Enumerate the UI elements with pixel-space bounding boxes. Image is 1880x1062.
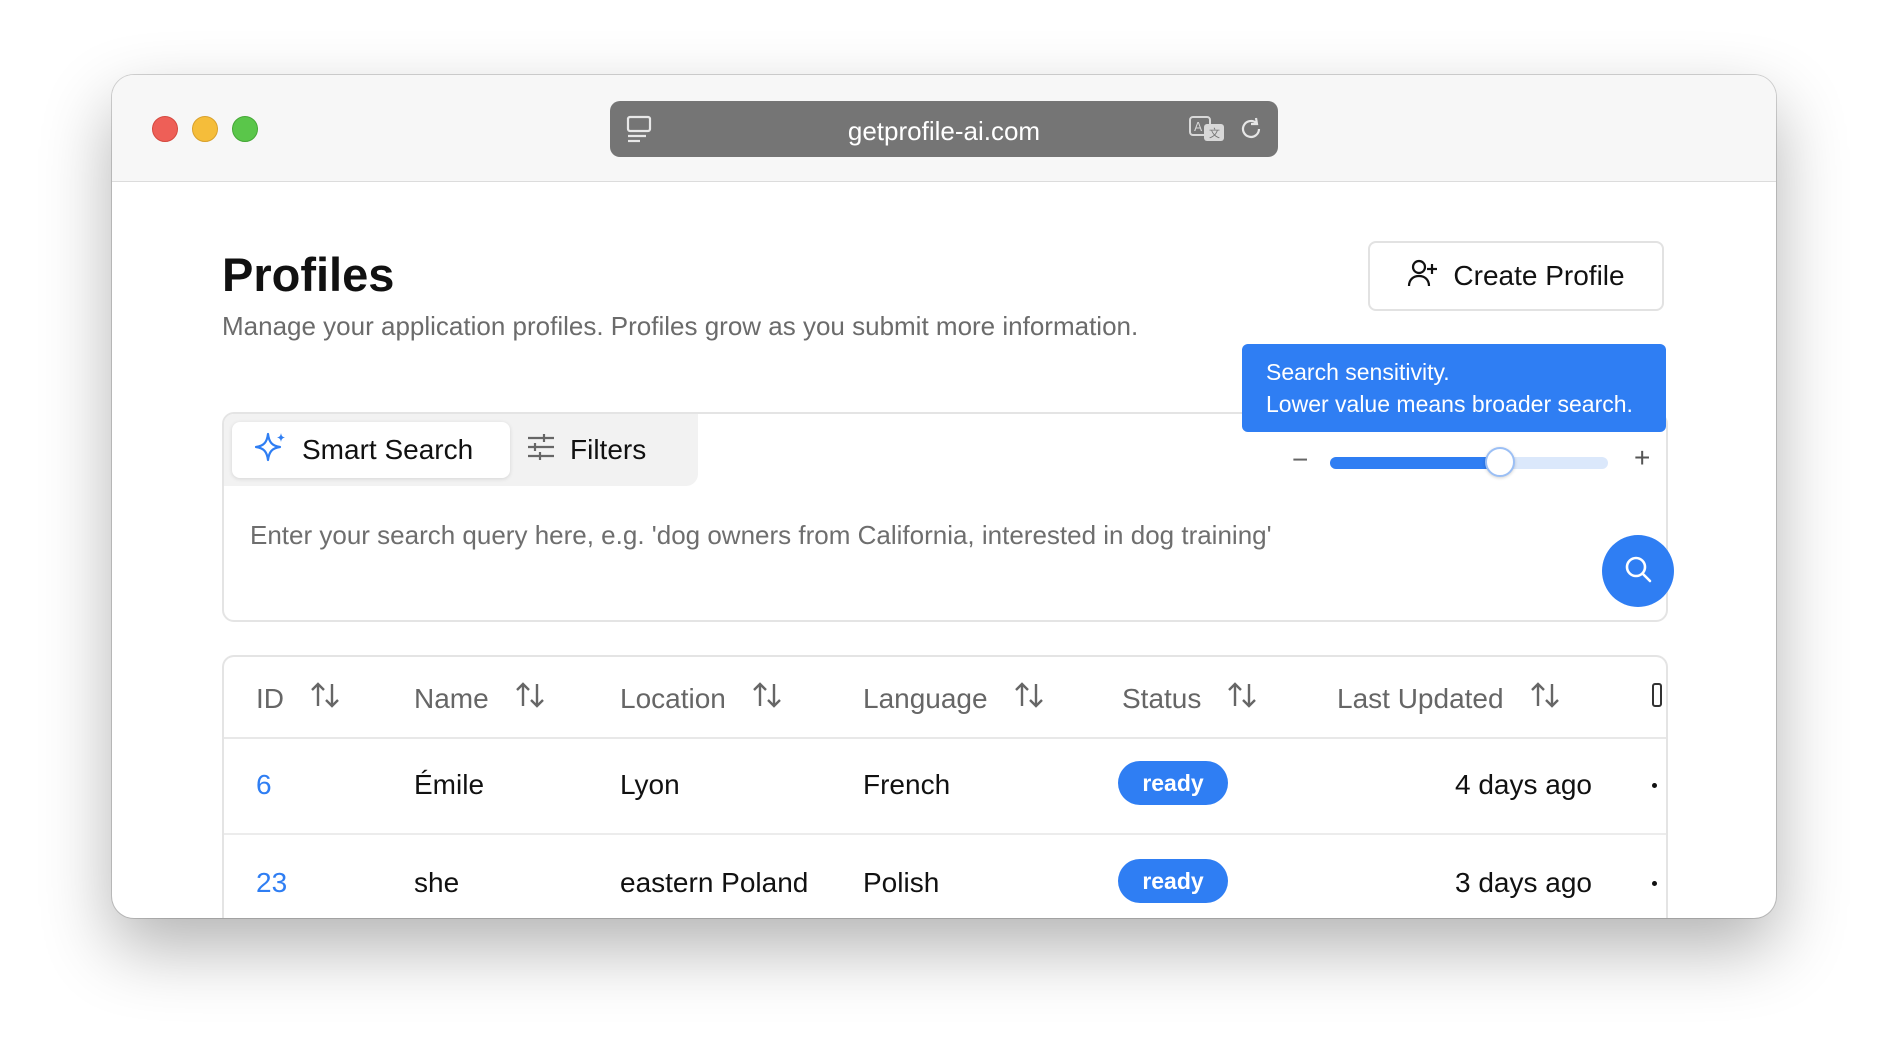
row-actions-icon[interactable]	[1652, 881, 1657, 886]
sort-icon[interactable]	[752, 681, 782, 716]
tab-smart-search[interactable]: Smart Search	[232, 422, 510, 478]
table-row[interactable]: 6 Émile Lyon French ready 4 days ago	[224, 737, 1666, 835]
sort-icon[interactable]	[1530, 681, 1560, 716]
column-header-language[interactable]: Language	[863, 681, 1044, 716]
search-icon	[1623, 554, 1653, 589]
search-panel: Smart Search Filters − +	[222, 412, 1674, 622]
sliders-icon	[526, 432, 556, 469]
cell-language: Polish	[863, 867, 940, 898]
cell-name: she	[414, 867, 460, 898]
sort-icon[interactable]	[1227, 681, 1257, 716]
sensitivity-tooltip: Search sensitivity. Lower value means br…	[1242, 344, 1666, 432]
column-label: ID	[256, 682, 284, 714]
sensitivity-increase-button[interactable]: +	[1634, 442, 1650, 474]
browser-titlebar: getprofile-ai.com A文	[112, 75, 1776, 182]
cell-language: French	[863, 769, 951, 800]
column-toggle-icon[interactable]	[1652, 683, 1662, 707]
column-header-location[interactable]: Location	[620, 681, 782, 716]
tab-filters[interactable]: Filters	[526, 422, 686, 478]
status-badge: ready	[1118, 859, 1228, 903]
search-tabs: Smart Search Filters	[224, 414, 698, 486]
address-bar[interactable]: getprofile-ai.com A文	[610, 101, 1278, 157]
cell-location: Lyon	[620, 769, 680, 800]
column-label: Language	[863, 682, 988, 714]
sensitivity-decrease-button[interactable]: −	[1292, 444, 1308, 476]
sort-icon[interactable]	[1014, 681, 1044, 716]
column-label: Status	[1122, 682, 1202, 714]
column-label: Name	[414, 682, 489, 714]
column-header-status[interactable]: Status	[1122, 681, 1257, 716]
search-input[interactable]	[248, 514, 1452, 556]
sort-icon[interactable]	[515, 681, 545, 716]
cell-id[interactable]: 6	[256, 769, 272, 801]
column-header-last-updated[interactable]: Last Updated	[1337, 681, 1560, 716]
translate-icon[interactable]: A文	[1188, 115, 1228, 148]
search-submit-button[interactable]	[1602, 535, 1674, 607]
user-plus-icon	[1407, 258, 1439, 295]
svg-text:文: 文	[1209, 126, 1220, 140]
create-profile-label: Create Profile	[1453, 260, 1625, 291]
tab-label: Smart Search	[302, 434, 474, 465]
cell-location: eastern Poland	[620, 867, 809, 898]
table-header: ID Name Location Language Status Last Up…	[224, 657, 1666, 739]
sort-icon[interactable]	[310, 681, 340, 716]
status-badge: ready	[1118, 761, 1228, 805]
minimize-window-button[interactable]	[192, 116, 218, 142]
sensitivity-slider-fill	[1330, 457, 1500, 469]
create-profile-button[interactable]: Create Profile	[1368, 241, 1664, 311]
tab-label: Filters	[570, 434, 647, 465]
cell-name: Émile	[414, 769, 485, 800]
page-title: Profiles	[222, 248, 395, 301]
profiles-table: ID Name Location Language Status Last Up…	[222, 655, 1668, 918]
column-label: Location	[620, 682, 726, 714]
cell-last-updated: 3 days ago	[1455, 867, 1592, 898]
column-header-name[interactable]: Name	[414, 681, 545, 716]
column-header-id[interactable]: ID	[256, 681, 340, 716]
sensitivity-slider-thumb[interactable]	[1484, 447, 1515, 477]
page-subtitle: Manage your application profiles. Profil…	[222, 311, 1139, 341]
browser-window: getprofile-ai.com A文 Profiles Manage you…	[112, 75, 1776, 918]
address-url: getprofile-ai.com	[847, 116, 1041, 146]
cell-last-updated: 4 days ago	[1455, 769, 1592, 800]
column-label: Last Updated	[1337, 682, 1504, 714]
cell-id[interactable]: 23	[256, 867, 287, 899]
reload-icon[interactable]	[1238, 115, 1264, 148]
close-window-button[interactable]	[152, 116, 178, 142]
svg-text:A: A	[1194, 120, 1203, 134]
row-actions-icon[interactable]	[1652, 783, 1657, 788]
tooltip-line-2: Lower value means broader search.	[1266, 391, 1633, 417]
sparkle-icon	[254, 430, 288, 471]
sensitivity-slider[interactable]	[1330, 447, 1608, 477]
maximize-window-button[interactable]	[232, 116, 258, 142]
table-row[interactable]: 23 she eastern Poland Polish ready 3 day…	[224, 835, 1666, 918]
tooltip-line-1: Search sensitivity.	[1266, 359, 1450, 385]
